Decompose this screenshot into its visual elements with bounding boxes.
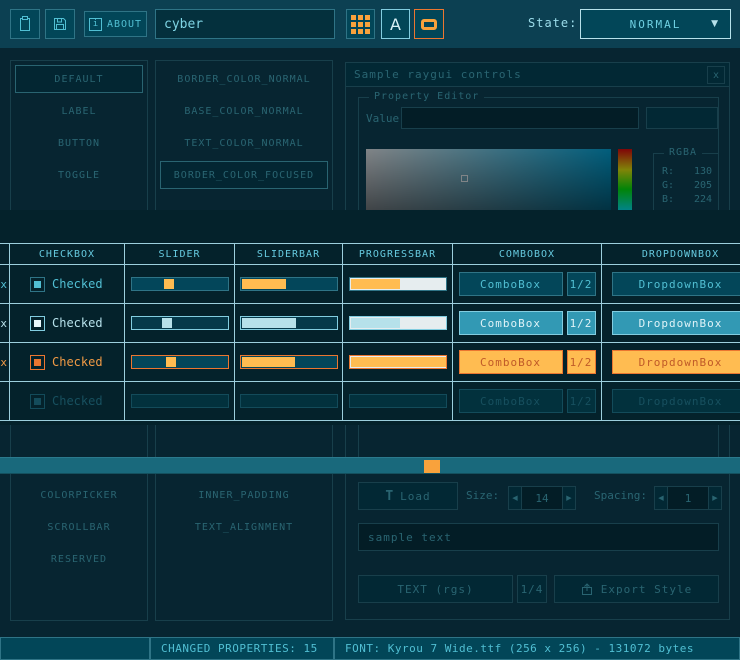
combobox-preview: ComboBox1/2 [459,350,596,374]
sliderbar-fill [242,318,297,328]
dropdownbox-preview: DropdownBox [612,272,740,296]
dim-overlay-bottom [0,474,740,637]
checkbox-preview: Checked [10,394,103,409]
checkbox-preview: Checked [10,277,103,292]
progressbar-fill [351,279,401,289]
cut-control-fragment: x [0,317,9,330]
sliderbar-preview [240,394,338,408]
progressbar-preview [349,277,447,291]
checkbox-preview: Checked [10,355,103,370]
header-progressbar: PROGRESSBAR [343,244,453,265]
dim-overlay-middle [0,425,740,457]
info-icon: i [89,18,102,31]
cut-control-fragment: x [0,278,9,291]
grid-icon [351,15,370,34]
sliderbar-fill [242,279,286,289]
slider-preview [131,277,229,291]
style-table-band: CHECKBOX SLIDER SLIDERBAR PROGRESSBAR CO… [0,210,740,425]
font-a-icon: A [390,15,401,34]
header-slider: SLIDER [125,244,235,265]
dropdownbox-preview: DropdownBox [612,350,740,374]
scroll-handle[interactable] [424,460,440,473]
progressbar-preview [349,394,447,408]
font-mode-button[interactable]: A [381,9,410,39]
checkbox-preview: Checked [10,316,103,331]
clipboard-icon [17,16,33,32]
slider-handle [164,279,174,289]
checkbox-icon [30,277,45,292]
slider-handle [162,318,172,328]
frame-mode-button[interactable] [414,9,444,39]
slider-handle [166,357,176,367]
chevron-down-icon: ▼ [711,19,720,29]
floppy-icon [52,16,68,32]
status-bar: CHANGED PROPERTIES: 15 FONT: Kyrou 7 Wid… [0,637,740,660]
slider-preview [131,394,229,408]
checkbox-icon [30,355,45,370]
header-combobox: COMBOBOX [453,244,602,265]
sliderbar-preview [240,277,338,291]
header-sliderbar: SLIDERBAR [235,244,343,265]
style-table-preview: CHECKBOX SLIDER SLIDERBAR PROGRESSBAR CO… [0,243,740,421]
dropdownbox-preview: DropdownBox [612,389,740,413]
slider-preview [131,355,229,369]
rguistyler-app: i ABOUT cyber A State: NORMAL ▼ DEFAULT … [0,0,740,660]
dropdownbox-preview: DropdownBox [612,311,740,335]
status-section-empty [0,637,150,660]
table-scroll-slider[interactable] [0,457,740,474]
combobox-preview: ComboBox1/2 [459,272,596,296]
sliderbar-preview [240,355,338,369]
checkbox-icon [30,394,45,409]
sliderbar-fill [242,357,296,367]
frame-icon [421,19,437,30]
progressbar-fill [351,357,447,367]
progressbar-preview [349,316,447,330]
state-dropdown[interactable]: NORMAL ▼ [580,9,731,39]
combobox-preview: ComboBox1/2 [459,389,596,413]
sliderbar-preview [240,316,338,330]
cut-control-fragment: x [0,356,9,369]
dim-overlay-top [0,48,740,210]
state-dropdown-value: NORMAL [630,18,682,31]
progressbar-preview [349,355,447,369]
toolbar: i ABOUT cyber A State: NORMAL ▼ [0,0,740,48]
header-dropdownbox: DROPDOWNBOX [602,244,740,265]
progressbar-fill [351,318,401,328]
style-name-value: cyber [164,17,203,32]
save-button[interactable] [45,9,75,39]
style-name-input[interactable]: cyber [155,9,335,39]
combobox-preview: ComboBox1/2 [459,311,596,335]
about-button[interactable]: i ABOUT [84,11,147,37]
state-label: State: [528,16,577,30]
about-label: ABOUT [107,19,142,30]
header-cut-column [0,244,10,265]
status-font-info: FONT: Kyrou 7 Wide.ttf (256 x 256) - 131… [334,637,740,660]
header-checkbox: CHECKBOX [10,244,125,265]
status-changed-properties: CHANGED PROPERTIES: 15 [150,637,334,660]
paste-button[interactable] [10,9,40,39]
table-image-mode-button[interactable] [346,9,375,39]
checkbox-icon [30,316,45,331]
slider-preview [131,316,229,330]
